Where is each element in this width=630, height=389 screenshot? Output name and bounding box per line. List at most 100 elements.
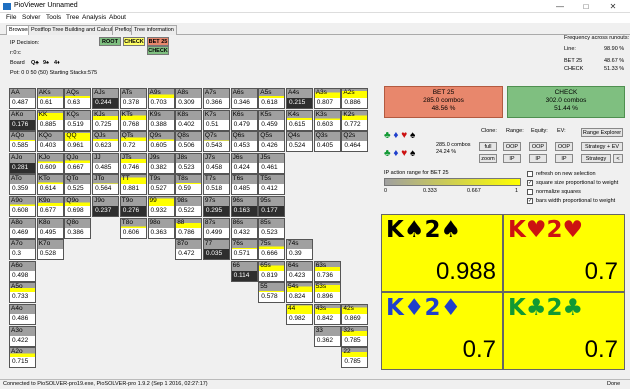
strategy-button[interactable]: Strategy bbox=[581, 154, 611, 163]
range-cell[interactable]: JTs 0.746 bbox=[119, 152, 147, 174]
range-cell[interactable]: A5s 0.618 bbox=[258, 88, 286, 109]
tree-node-check[interactable]: CHECK bbox=[123, 37, 145, 46]
suit-filter-row-1[interactable]: ♣ ♦ ♥ ♠ bbox=[384, 130, 415, 141]
range-cell[interactable]: A9s 0.703 bbox=[147, 88, 175, 109]
range-cell[interactable]: 33 0.362 bbox=[313, 325, 341, 347]
range-cell[interactable]: A6s 0.346 bbox=[230, 88, 258, 109]
range-cell[interactable]: QTo 0.525 bbox=[64, 174, 92, 196]
collapse-arrow-icon[interactable]: < bbox=[613, 154, 623, 163]
range-cell[interactable]: 42s 0.869 bbox=[341, 304, 369, 325]
range-cell[interactable]: A4o 0.486 bbox=[9, 304, 36, 325]
range-cell[interactable]: A8o 0.469 bbox=[9, 217, 36, 239]
range-cell[interactable]: 32s 0.785 bbox=[341, 325, 369, 347]
range-cell[interactable]: 85s 0.523 bbox=[258, 217, 286, 239]
range-cell[interactable]: A7s 0.366 bbox=[202, 88, 230, 109]
range-cell[interactable]: A8s 0.309 bbox=[175, 88, 203, 109]
zoom-button[interactable]: zoom bbox=[479, 154, 497, 163]
range-cell[interactable]: 54s 0.824 bbox=[286, 282, 313, 304]
menu-tools[interactable]: Tools bbox=[46, 14, 61, 21]
range-cell[interactable]: ATs 0.378 bbox=[119, 88, 147, 109]
range-cell[interactable]: JTo 0.564 bbox=[92, 174, 120, 196]
range-cell[interactable]: A3o 0.422 bbox=[9, 325, 36, 347]
range-cell[interactable]: Q6s 0.453 bbox=[230, 131, 258, 153]
range-cell[interactable]: AA 0.487 bbox=[9, 88, 36, 109]
range-ip-button[interactable]: IP bbox=[503, 154, 521, 163]
range-cell[interactable]: K8s 0.402 bbox=[175, 109, 203, 131]
range-cell[interactable]: 98s 0.522 bbox=[175, 196, 203, 217]
range-cell[interactable]: K3s 0.603 bbox=[313, 109, 341, 131]
range-cell[interactable]: Q8o 0.386 bbox=[64, 217, 92, 239]
range-cell[interactable]: 65s 0.819 bbox=[258, 260, 286, 282]
range-cell[interactable]: T6s 0.485 bbox=[230, 174, 258, 196]
range-cell[interactable]: A3s 0.807 bbox=[313, 88, 341, 109]
range-cell[interactable]: Q5s 0.426 bbox=[258, 131, 286, 153]
range-cell[interactable]: AKo 0.176 bbox=[9, 109, 36, 131]
range-cell[interactable]: 86s 0.432 bbox=[230, 217, 258, 239]
range-cell[interactable]: JJ 0.485 bbox=[92, 152, 120, 174]
range-cell[interactable]: K7o 0.528 bbox=[36, 239, 64, 261]
range-cell[interactable]: K4s 0.615 bbox=[286, 109, 313, 131]
range-cell[interactable]: J5s 0.461 bbox=[258, 152, 286, 174]
range-cell[interactable]: A7o 0.3 bbox=[9, 239, 36, 261]
range-cell[interactable]: AJs 0.244 bbox=[92, 88, 120, 109]
combo-spades[interactable]: K♠2♠ 0.988 bbox=[381, 214, 503, 292]
checkbox-normalize[interactable] bbox=[527, 189, 533, 195]
range-cell[interactable]: QTs 0.72 bbox=[119, 131, 147, 153]
checkbox-refresh[interactable] bbox=[527, 171, 533, 177]
range-cell[interactable]: 53s 0.896 bbox=[313, 282, 341, 304]
tree-node-bet[interactable]: BET 25 bbox=[147, 37, 169, 46]
tree-node-check-2[interactable]: CHECK bbox=[147, 46, 169, 55]
range-cell[interactable]: 96s 0.163 bbox=[230, 196, 258, 217]
range-cell[interactable]: 74s 0.39 bbox=[286, 239, 313, 261]
range-cell[interactable]: T7s 0.518 bbox=[202, 174, 230, 196]
menu-file[interactable]: File bbox=[6, 14, 16, 21]
range-cell[interactable]: QJs 0.623 bbox=[92, 131, 120, 153]
range-cell[interactable]: 43s 0.842 bbox=[313, 304, 341, 325]
combo-hearts[interactable]: K♥2♥ 0.7 bbox=[503, 214, 625, 292]
range-cell[interactable]: 63s 0.736 bbox=[313, 260, 341, 282]
range-cell[interactable]: KK 0.885 bbox=[36, 109, 64, 131]
equity-ip-button[interactable]: IP bbox=[529, 154, 547, 163]
menu-solver[interactable]: Solver bbox=[22, 14, 40, 21]
range-cell[interactable]: QJo 0.667 bbox=[64, 152, 92, 174]
range-cell[interactable]: AQo 0.585 bbox=[9, 131, 36, 153]
range-cell[interactable]: A4s 0.215 bbox=[286, 88, 313, 109]
combo-diamonds[interactable]: K♦2♦ 0.7 bbox=[381, 292, 503, 370]
range-cell[interactable]: KQo 0.403 bbox=[36, 131, 64, 153]
ev-ip-button[interactable]: IP bbox=[555, 154, 573, 163]
full-button[interactable]: full bbox=[479, 142, 497, 151]
range-cell[interactable]: T5s 0.412 bbox=[258, 174, 286, 196]
range-cell[interactable]: T8o 0.606 bbox=[119, 217, 147, 239]
range-cell[interactable]: A5o 0.733 bbox=[9, 282, 36, 304]
range-cell[interactable]: 77 0.035 bbox=[202, 239, 230, 261]
tree-node-root[interactable]: ROOT bbox=[99, 37, 121, 46]
strategy-ev-button[interactable]: Strategy + EV bbox=[581, 142, 623, 151]
range-cell[interactable]: 75s 0.666 bbox=[258, 239, 286, 261]
range-cell[interactable]: 66 0.114 bbox=[230, 260, 258, 282]
range-cell[interactable]: K5s 0.459 bbox=[258, 109, 286, 131]
range-cell[interactable]: J8s 0.523 bbox=[175, 152, 203, 174]
tab-tree-information[interactable]: Tree information bbox=[131, 25, 177, 35]
range-cell[interactable]: 99 0.932 bbox=[147, 196, 175, 217]
range-explorer-button[interactable]: Range Explorer bbox=[581, 128, 623, 137]
range-cell[interactable]: J6s 0.424 bbox=[230, 152, 258, 174]
range-oop-button[interactable]: OOP bbox=[503, 142, 521, 151]
range-cell[interactable]: 87o 0.472 bbox=[175, 239, 203, 261]
range-cell[interactable]: A9o 0.608 bbox=[9, 196, 36, 217]
range-cell[interactable]: K7s 0.51 bbox=[202, 109, 230, 131]
range-cell[interactable]: AJo 0.281 bbox=[9, 152, 36, 174]
bet-action-box[interactable]: BET 25 285.0 combos 48.56 % bbox=[384, 86, 503, 118]
check-action-box[interactable]: CHECK 302.0 combos 51.44 % bbox=[507, 86, 625, 118]
range-cell[interactable]: A2s 0.886 bbox=[341, 88, 369, 109]
maximize-icon[interactable]: □ bbox=[576, 1, 596, 12]
range-cell[interactable]: KTs 0.768 bbox=[119, 109, 147, 131]
range-cell[interactable]: 55 0.578 bbox=[258, 282, 286, 304]
combo-clubs[interactable]: K♣2♣ 0.7 bbox=[503, 292, 625, 370]
checkbox-square-size[interactable]: ✓ bbox=[527, 180, 533, 186]
range-cell[interactable]: 98o 0.363 bbox=[147, 217, 175, 239]
range-cell[interactable]: 95s 0.177 bbox=[258, 196, 286, 217]
range-cell[interactable]: 88 0.786 bbox=[175, 217, 203, 239]
range-cell[interactable]: 64s 0.423 bbox=[286, 260, 313, 282]
range-cell[interactable]: Q2s 0.464 bbox=[341, 131, 369, 153]
range-cell[interactable]: AQs 0.63 bbox=[64, 88, 92, 109]
